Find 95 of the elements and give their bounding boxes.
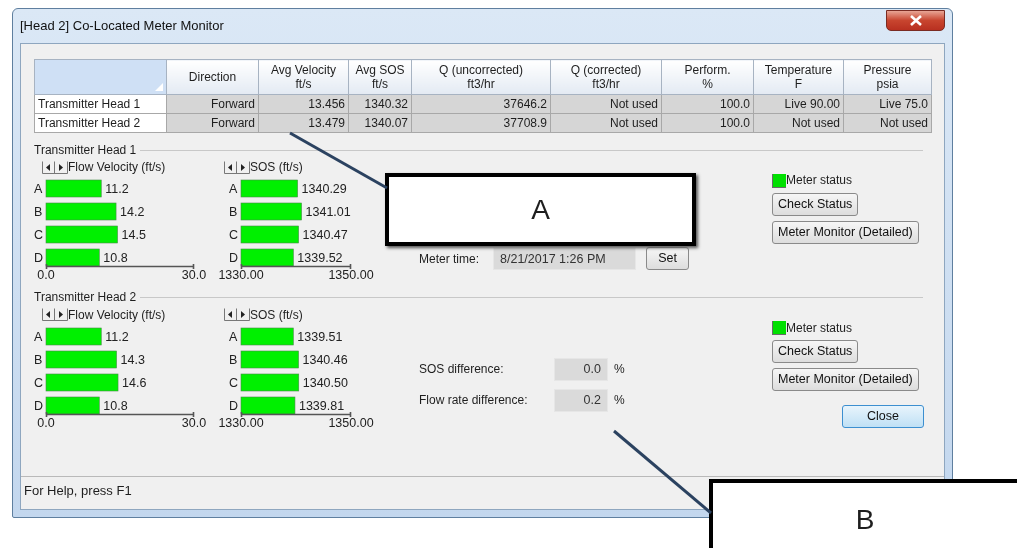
status-button[interactable]: Check Status <box>772 340 859 364</box>
category-label: B <box>229 205 238 220</box>
difference-field[interactable]: 0.2 <box>554 388 608 412</box>
window-title: [Head 2] Co-Located Meter Monitor <box>20 18 224 34</box>
status-button[interactable]: Meter Monitor (Detailed) <box>772 220 919 244</box>
difference-field[interactable]: 0.0 <box>554 357 608 381</box>
category-label: A <box>34 329 43 344</box>
callout-box: A <box>385 173 696 246</box>
callout-box: B <box>709 479 1017 548</box>
category-label: A <box>229 329 238 344</box>
sort-icon <box>155 83 163 91</box>
column-header[interactable]: Q (uncorrected) ft3/hr <box>411 59 551 95</box>
category-label: C <box>34 228 44 243</box>
tick-label: 1350.00 <box>328 415 374 428</box>
status-button[interactable]: Meter Monitor (Detailed) <box>772 368 919 392</box>
category-label: C <box>229 228 239 243</box>
bar <box>240 373 300 392</box>
value-label: 1339.81 <box>298 398 345 413</box>
category-label: B <box>34 352 43 367</box>
column-header[interactable]: Pressure psia <box>843 59 932 95</box>
bar <box>45 396 100 415</box>
value-label: 14.3 <box>120 352 145 367</box>
value-label: 1340.29 <box>301 182 347 197</box>
bar <box>45 203 117 221</box>
close-button[interactable]: Close <box>842 404 924 428</box>
bar <box>240 226 299 244</box>
column-header[interactable]: Q (corrected) ft3/hr <box>550 59 662 95</box>
tick-label: 0.0 <box>37 268 55 281</box>
tick-label: 0.0 <box>37 415 55 428</box>
status-label: Meter status <box>786 320 853 336</box>
tick-label: 1330.00 <box>218 415 264 428</box>
column-header[interactable]: Perform. % <box>661 59 754 95</box>
scroll-arrows-icon[interactable] <box>42 160 68 174</box>
value-label: 1340.50 <box>302 375 348 390</box>
tick-label: 1350.00 <box>328 268 374 281</box>
category-label: C <box>229 375 239 390</box>
set-button[interactable]: Set <box>646 247 689 271</box>
category-label: C <box>34 375 44 390</box>
value-label: 11.2 <box>105 329 129 344</box>
scroll-arrows-icon[interactable] <box>224 160 250 174</box>
unit-label: % <box>614 362 625 377</box>
value-label: 14.6 <box>122 375 147 390</box>
scroll-arrows-icon[interactable] <box>42 308 68 322</box>
category-label: D <box>229 398 239 413</box>
field-label: SOS difference: <box>419 362 505 377</box>
bar <box>45 327 102 346</box>
value-label: 14.2 <box>120 205 145 220</box>
chart-title: SOS (ft/s) <box>250 160 303 175</box>
bar <box>240 249 294 267</box>
bar <box>240 350 299 369</box>
value-label: 10.8 <box>103 251 128 266</box>
value-label: 10.8 <box>103 398 128 413</box>
column-header[interactable]: Avg Velocity ft/s <box>258 59 349 95</box>
value-label: 1340.46 <box>302 352 348 367</box>
column-header[interactable]: Avg SOS ft/s <box>348 59 412 95</box>
value-label: 14.5 <box>121 228 146 243</box>
field-label: Meter time: <box>419 251 479 267</box>
column-header[interactable]: Temperature F <box>753 59 844 95</box>
category-label: D <box>34 398 44 413</box>
value-label: 1339.52 <box>297 251 343 266</box>
status-label: Meter status <box>786 173 853 188</box>
unit-label: % <box>614 393 625 408</box>
status-text: For Help, press F1 <box>24 483 132 499</box>
chart-title: SOS (ft/s) <box>250 307 303 322</box>
category-label: B <box>34 205 43 220</box>
chart-title: Flow Velocity (ft/s) <box>68 307 166 322</box>
bar <box>240 396 296 415</box>
bar <box>240 203 302 221</box>
category-label: A <box>229 182 238 197</box>
tick-label: 1330.00 <box>218 268 264 281</box>
group-title: Transmitter Head 1 <box>34 143 137 158</box>
value-label: 11.2 <box>105 182 129 197</box>
bar <box>240 327 294 346</box>
tick-label: 30.0 <box>181 268 207 281</box>
close-icon <box>909 14 922 26</box>
bar <box>45 350 117 369</box>
bar <box>240 180 298 198</box>
column-header[interactable]: Direction <box>166 59 259 95</box>
category-label: D <box>34 251 44 266</box>
value-label: 1341.01 <box>305 205 351 220</box>
category-label: A <box>34 182 43 197</box>
tick-label: 30.0 <box>181 415 207 428</box>
field-label: Flow rate difference: <box>419 393 529 408</box>
chart-title: Flow Velocity (ft/s) <box>68 160 166 175</box>
close-button[interactable] <box>886 9 945 31</box>
category-label: B <box>229 352 238 367</box>
meter-time-field[interactable]: 8/21/2017 1:26 PM <box>493 247 636 271</box>
group-title: Transmitter Head 2 <box>34 290 137 305</box>
value-label: 1340.47 <box>302 228 348 243</box>
bar <box>45 249 100 267</box>
status-button[interactable]: Check Status <box>772 192 859 216</box>
bar <box>45 180 102 198</box>
scroll-arrows-icon[interactable] <box>224 308 250 322</box>
category-label: D <box>229 251 239 266</box>
value-label: 1339.51 <box>297 329 343 344</box>
